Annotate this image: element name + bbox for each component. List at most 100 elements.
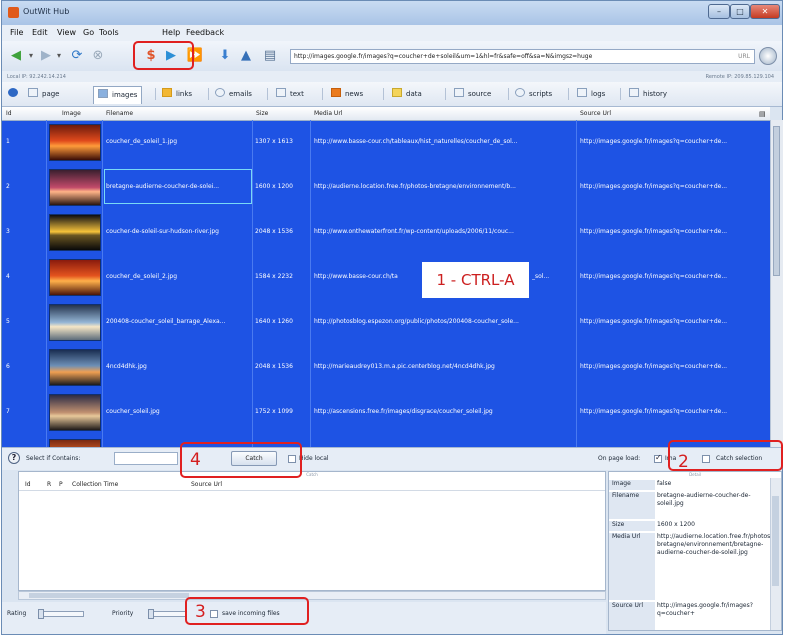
grid-scrollbar-thumb[interactable] <box>773 126 780 276</box>
go-icon[interactable] <box>759 47 777 65</box>
detail-panel: Detail Image false Filename bretagne-audie… <box>608 471 782 631</box>
row-id: 6 <box>6 363 10 370</box>
row-size: 1752 x 1099 <box>255 408 293 415</box>
close-button[interactable]: ✕ <box>750 4 780 19</box>
thumbnail-image[interactable] <box>49 259 101 296</box>
table-row[interactable]: 1 coucher_de_soleil_1.jpg 1307 x 1613 http:… <box>2 120 770 165</box>
url-tag: URL <box>738 53 750 60</box>
table-row[interactable]: 4 coucher_de_soleil_2.jpg 1584 x 2232 http:… <box>2 255 770 300</box>
row-id: 4 <box>6 273 10 280</box>
catch-images-checkbox[interactable] <box>654 453 662 463</box>
row-size: 1640 x 1260 <box>255 318 293 325</box>
menu-go[interactable]: Go <box>83 28 94 37</box>
tab-links[interactable]: links <box>162 87 192 101</box>
app-window: OutWit Hub – □ ✕ File Edit View Go Tools… <box>1 0 783 635</box>
priority-slider-knob[interactable] <box>148 609 154 619</box>
tab-data[interactable]: data <box>392 87 422 101</box>
minimize-button[interactable]: – <box>708 4 730 19</box>
detail-title: Detail <box>689 472 701 477</box>
thumbnail-image[interactable] <box>49 169 101 206</box>
annotation-number-4: 4 <box>190 450 201 470</box>
tab-logs[interactable]: logs <box>577 87 605 101</box>
rating-label: Rating <box>7 610 27 617</box>
tab-news[interactable]: news <box>331 87 363 101</box>
select-if-contains-input[interactable] <box>114 452 178 465</box>
menu-view[interactable]: View <box>57 28 76 37</box>
address-bar[interactable]: http://images.google.fr/images?q=coucher… <box>290 49 755 64</box>
catch-col-id[interactable]: Id <box>25 481 31 488</box>
images-grid[interactable]: Id Image Filename Size Media Url Source … <box>2 107 770 447</box>
catch-panel[interactable]: Catch Id R P Collection Time Source Url <box>18 471 606 591</box>
row-filename: 200408-coucher_soleil_barrage_Alexa... <box>106 318 226 325</box>
menu-edit[interactable]: Edit <box>32 28 48 37</box>
row-size: 1307 x 1613 <box>255 138 293 145</box>
address-url: http://images.google.fr/images?q=coucher… <box>294 53 593 60</box>
detail-scrollbar-thumb[interactable] <box>772 496 779 586</box>
row-media-url: http://audierne.location.free.fr/photos-… <box>314 183 516 190</box>
row-id: 5 <box>6 318 10 325</box>
back-menu-icon[interactable]: ▾ <box>26 48 36 64</box>
thumbnail-image[interactable] <box>49 214 101 251</box>
table-row[interactable]: 7 coucher_soleil.jpg 1752 x 1099 http://asc… <box>2 390 770 435</box>
column-picker-icon[interactable]: ▤ <box>759 110 766 118</box>
rating-slider[interactable] <box>38 609 84 619</box>
grid-scrollbar[interactable] <box>770 120 783 447</box>
menu-tools[interactable]: Tools <box>99 28 119 37</box>
menu-feedback[interactable]: Feedback <box>186 28 224 37</box>
row-source-url: http://images.google.fr/images?q=coucher… <box>580 363 728 370</box>
catch-col-time[interactable]: Collection Time <box>72 481 118 488</box>
detail-row-filename: Filename bretagne-audierne-coucher-de-sol… <box>609 492 769 519</box>
tab-text[interactable]: text <box>276 87 304 101</box>
catch-col-r[interactable]: R <box>47 481 51 488</box>
help-icon[interactable]: ? <box>8 452 20 464</box>
priority-slider[interactable] <box>148 609 186 619</box>
tab-scripts[interactable]: scripts <box>515 87 552 101</box>
tab-page[interactable]: page <box>28 87 59 101</box>
tab-images[interactable]: images <box>93 86 143 104</box>
forward-menu-icon[interactable]: ▾ <box>54 48 64 64</box>
col-filename[interactable]: Filename <box>106 110 133 117</box>
table-row[interactable]: 5 200408-coucher_soleil_barrage_Alexa... 1… <box>2 300 770 345</box>
detail-row-source-url: Source Url http://images.google.fr/images… <box>609 602 769 630</box>
download-icon[interactable]: ⬇ <box>217 48 233 64</box>
thumbnail-image[interactable] <box>49 124 101 161</box>
table-row[interactable]: 85y7ylpkf.jpg1433 x 1774http://aquarelle… <box>2 435 770 447</box>
thumbnail-image[interactable] <box>49 304 101 341</box>
table-row[interactable]: 3 coucher-de-soleil-sur-hudson-river.jpg 2… <box>2 210 770 255</box>
emails-icon <box>215 88 225 97</box>
table-row[interactable]: 2 bretagne-audierne-coucher-de-solei... 16… <box>2 165 770 210</box>
col-image[interactable]: Image <box>62 110 81 117</box>
rating-slider-knob[interactable] <box>38 609 44 619</box>
page-icon <box>28 88 38 97</box>
forward-icon[interactable]: ▶ <box>38 48 54 64</box>
col-id[interactable]: Id <box>6 110 12 117</box>
export-icon[interactable]: ▲ <box>238 48 254 64</box>
detail-row-image: Image false <box>609 480 769 490</box>
detail-scrollbar[interactable] <box>770 478 781 630</box>
col-size[interactable]: Size <box>256 110 268 117</box>
tab-emails[interactable]: emails <box>215 87 252 101</box>
back-icon[interactable]: ◀ <box>8 48 24 64</box>
print-icon[interactable]: ▤ <box>261 48 279 64</box>
menu-help[interactable]: Help <box>162 28 180 37</box>
info-icon[interactable] <box>8 87 22 101</box>
thumbnail-image[interactable] <box>49 394 101 431</box>
stop-icon[interactable]: ⊗ <box>89 48 107 64</box>
tab-history[interactable]: history <box>629 87 667 101</box>
title-bar: OutWit Hub – □ ✕ <box>2 1 782 25</box>
catch-col-source[interactable]: Source Url <box>191 481 222 488</box>
reload-icon[interactable]: ⟳ <box>68 48 86 64</box>
row-filename: bretagne-audierne-coucher-de-solei... <box>106 183 220 190</box>
tab-source[interactable]: source <box>454 87 491 101</box>
catch-hscroll[interactable] <box>18 591 606 600</box>
catch-hscroll-thumb[interactable] <box>29 593 189 598</box>
table-row[interactable]: 6 4ncd4dhk.jpg 2048 x 1536 http://marieaudr… <box>2 345 770 390</box>
col-source-url[interactable]: Source Url <box>580 110 611 117</box>
catch-col-p[interactable]: P <box>59 481 63 488</box>
col-media-url[interactable]: Media Url <box>314 110 342 117</box>
maximize-button[interactable]: □ <box>730 4 750 19</box>
menu-file[interactable]: File <box>10 28 23 37</box>
thumbnail-image[interactable] <box>49 439 101 447</box>
row-filename: coucher_de_soleil_1.jpg <box>106 138 178 145</box>
thumbnail-image[interactable] <box>49 349 101 386</box>
